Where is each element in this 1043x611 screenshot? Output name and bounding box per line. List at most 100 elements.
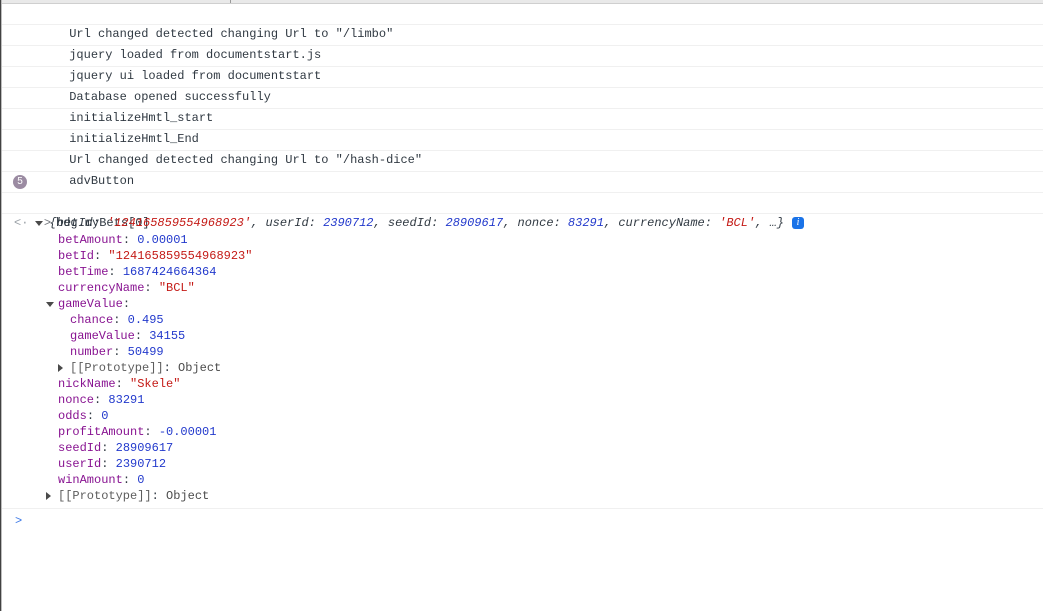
prompt-chevron-icon: > (15, 514, 22, 528)
tree-row: nickName: "Skele" (2, 376, 1043, 392)
result-preview-line: <· {betId: '124165859554968923', userId:… (2, 214, 1043, 232)
property-name: betAmount (58, 232, 123, 248)
property-value: 83291 (108, 392, 144, 408)
preview-token: 28909617 (446, 216, 504, 230)
property-name: betTime (58, 264, 108, 280)
preview-token: 'BCL' (719, 216, 755, 230)
log-message: Url changed detected changing Url to "/l… (69, 27, 393, 41)
tree-row: betId: "124165859554968923" (2, 248, 1043, 264)
property-value: Object (178, 360, 221, 376)
property-separator: : (101, 440, 115, 456)
info-icon[interactable]: i (792, 217, 804, 229)
property-separator: : (152, 488, 166, 504)
tree-row: chance: 0.495 (2, 312, 1043, 328)
console-log-row: Url changed detected changing Url to "/l… (2, 4, 1043, 25)
tree-row: nonce: 83291 (2, 392, 1043, 408)
property-expander-icon[interactable] (46, 492, 58, 500)
property-separator: : (123, 296, 137, 312)
tree-row: [[Prototype]]: Object (2, 360, 1043, 376)
property-separator: : (144, 424, 158, 440)
property-value: 0.00001 (137, 232, 187, 248)
property-expander-icon[interactable] (58, 364, 70, 372)
tree-row: userId: 2390712 (2, 456, 1043, 472)
property-separator: : (108, 264, 122, 280)
log-message: initializeHmtl_End (69, 132, 199, 146)
property-separator: : (144, 280, 158, 296)
preview-token: , currencyName: (604, 216, 719, 230)
property-name: seedId (58, 440, 101, 456)
preview-token: , userId: (251, 216, 323, 230)
property-value: 28909617 (116, 440, 174, 456)
property-value: 1687424664364 (123, 264, 217, 280)
message-count-badge: 5 (13, 175, 27, 189)
property-separator: : (164, 360, 178, 376)
preview-token: , nonce: (503, 216, 568, 230)
property-value: 0 (137, 472, 144, 488)
property-separator: : (94, 392, 108, 408)
property-separator: : (94, 248, 108, 264)
preview-token: 2390712 (323, 216, 373, 230)
toolbar-bottom-edge (2, 0, 1043, 4)
console-prompt[interactable]: > (2, 509, 1043, 528)
property-name: [[Prototype]] (70, 360, 164, 376)
property-value: "124165859554968923" (108, 248, 252, 264)
tree-row: number: 50499 (2, 344, 1043, 360)
property-value: 0.495 (128, 312, 164, 328)
property-separator: : (123, 232, 137, 248)
preview-token: {betId: (49, 216, 107, 230)
property-name: [[Prototype]] (58, 488, 152, 504)
object-tree: betAmount: 0.00001 betId: "1241658595549… (2, 232, 1043, 504)
property-value: "BCL" (159, 280, 195, 296)
object-preview: {betId: '124165859554968923', userId: 23… (49, 216, 784, 230)
property-name: winAmount (58, 472, 123, 488)
tree-row: betTime: 1687424664364 (2, 264, 1043, 280)
object-expander-icon[interactable] (35, 221, 43, 226)
property-value: 2390712 (116, 456, 166, 472)
result-row: <· {betId: '124165859554968923', userId:… (2, 214, 1043, 509)
tree-row: betAmount: 0.00001 (2, 232, 1043, 248)
devtools-console-panel: Url changed detected changing Url to "/l… (2, 0, 1043, 528)
log-message: jquery ui loaded from documentstart (69, 69, 321, 83)
property-separator: : (113, 312, 127, 328)
property-value: -0.00001 (159, 424, 217, 440)
tree-row: odds: 0 (2, 408, 1043, 424)
property-value: 0 (101, 408, 108, 424)
property-name: number (70, 344, 113, 360)
tree-row: [[Prototype]]: Object (2, 488, 1043, 504)
property-expander-icon[interactable] (46, 302, 58, 307)
command-row: >hdg.myBets[0] (2, 193, 1043, 214)
property-name: betId (58, 248, 94, 264)
property-separator: : (113, 344, 127, 360)
log-message: initializeHmtl_start (69, 111, 213, 125)
log-message: advButton (69, 174, 134, 188)
property-name: odds (58, 408, 87, 424)
property-separator: : (101, 456, 115, 472)
return-value-icon: <· (14, 216, 28, 230)
property-name: gameValue (58, 296, 123, 312)
log-message: Database opened successfully (69, 90, 271, 104)
property-name: profitAmount (58, 424, 144, 440)
property-separator: : (116, 376, 130, 392)
property-name: currencyName (58, 280, 144, 296)
property-name: nickName (58, 376, 116, 392)
property-separator: : (123, 472, 137, 488)
property-value: Object (166, 488, 209, 504)
tree-row: currencyName: "BCL" (2, 280, 1043, 296)
preview-token: 83291 (568, 216, 604, 230)
property-name: nonce (58, 392, 94, 408)
log-message: jquery loaded from documentstart.js (69, 48, 321, 62)
log-rows: Url changed detected changing Url to "/l… (2, 4, 1043, 172)
preview-token: , …} (755, 216, 784, 230)
property-separator: : (135, 328, 149, 344)
property-value: "Skele" (130, 376, 180, 392)
toolbar-divider (230, 0, 231, 3)
preview-token: '124165859554968923' (107, 216, 251, 230)
preview-token: , seedId: (373, 216, 445, 230)
badge-row: 5 (2, 172, 1043, 193)
tree-row: profitAmount: -0.00001 (2, 424, 1043, 440)
property-separator: : (87, 408, 101, 424)
property-name: chance (70, 312, 113, 328)
property-name: gameValue (70, 328, 135, 344)
tree-row: winAmount: 0 (2, 472, 1043, 488)
log-message: Url changed detected changing Url to "/h… (69, 153, 422, 167)
